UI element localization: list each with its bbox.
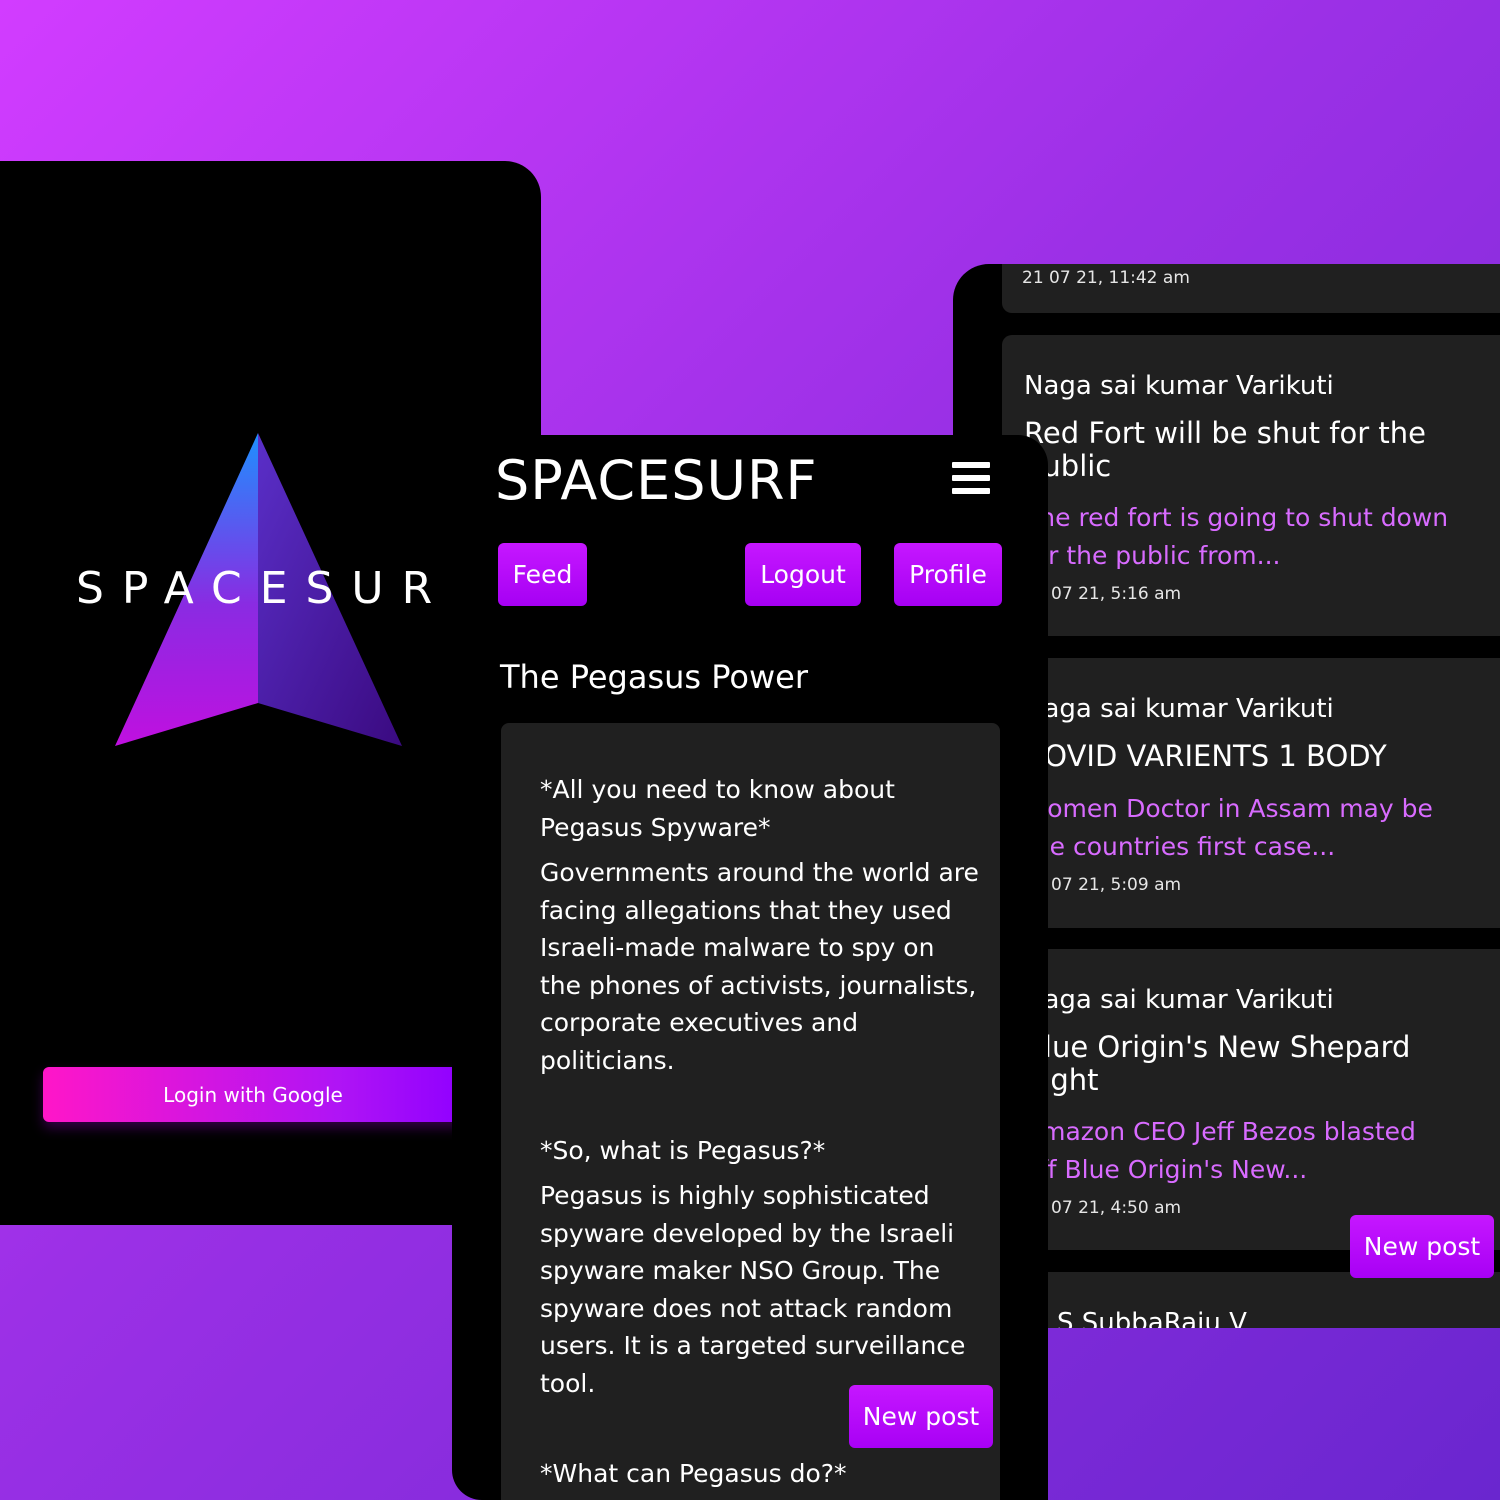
- post-paragraph: Pegasus is highly sophisticated spyware …: [540, 1181, 966, 1398]
- card-title: COVID VARIENTS 1 BODY: [1024, 739, 1387, 773]
- post-paragraph: *So, what is Pegasus?*: [540, 1136, 826, 1165]
- nav-feed-button[interactable]: Feed: [498, 543, 587, 606]
- feed-card-partial[interactable]: S SubbaRaju V: [1002, 1272, 1500, 1328]
- card-author: Naga sai kumar Varikuti: [1024, 694, 1334, 724]
- post-paragraph: Governments around the world are facing …: [540, 858, 979, 1075]
- card-author: Naga sai kumar Varikuti: [1024, 985, 1334, 1015]
- post-paragraph: *All you need to know about Pegasus Spyw…: [540, 775, 895, 842]
- feed-card[interactable]: Naga sai kumar Varikuti Blue Origin's Ne…: [1002, 949, 1500, 1250]
- card-title: Red Fort will be shut for the public: [1024, 416, 1426, 483]
- card-title: Blue Origin's New Shepard flight: [1024, 1030, 1411, 1097]
- post-paragraph: *What can Pegasus do?*: [540, 1459, 847, 1488]
- card-author: S SubbaRaju V: [1057, 1308, 1247, 1328]
- card-author: Naga sai kumar Varikuti: [1024, 371, 1334, 401]
- app-brand: SPACESURF: [495, 449, 818, 512]
- card-date: 21 07 21, 11:42 am: [1022, 268, 1190, 288]
- nav-profile-button[interactable]: Profile: [894, 543, 1002, 606]
- card-excerpt: Women Doctor in Assam may be the countri…: [1024, 794, 1433, 861]
- feed-card-top[interactable]: 21 07 21, 11:42 am: [1002, 264, 1500, 313]
- post-screen: SPACESURF Feed Logout Profile The Pegasu…: [452, 435, 1048, 1500]
- feed-card[interactable]: Naga sai kumar Varikuti COVID VARIENTS 1…: [1002, 658, 1500, 928]
- card-excerpt: The red fort is going to shut down for t…: [1024, 503, 1449, 570]
- new-post-button[interactable]: New post: [849, 1385, 993, 1448]
- feed-card[interactable]: Naga sai kumar Varikuti Red Fort will be…: [1002, 335, 1500, 636]
- logo-wordmark: SPACESURF: [76, 563, 494, 614]
- hamburger-menu-icon[interactable]: [952, 462, 990, 496]
- nav-logout-button[interactable]: Logout: [745, 543, 861, 606]
- post-title: The Pegasus Power: [500, 658, 808, 696]
- login-with-google-button[interactable]: Login with Google: [43, 1067, 463, 1122]
- new-post-button[interactable]: New post: [1350, 1215, 1494, 1278]
- post-body-card: *All you need to know about Pegasus Spyw…: [501, 723, 1000, 1500]
- card-excerpt: Amazon CEO Jeff Bezos blasted off Blue O…: [1024, 1117, 1416, 1184]
